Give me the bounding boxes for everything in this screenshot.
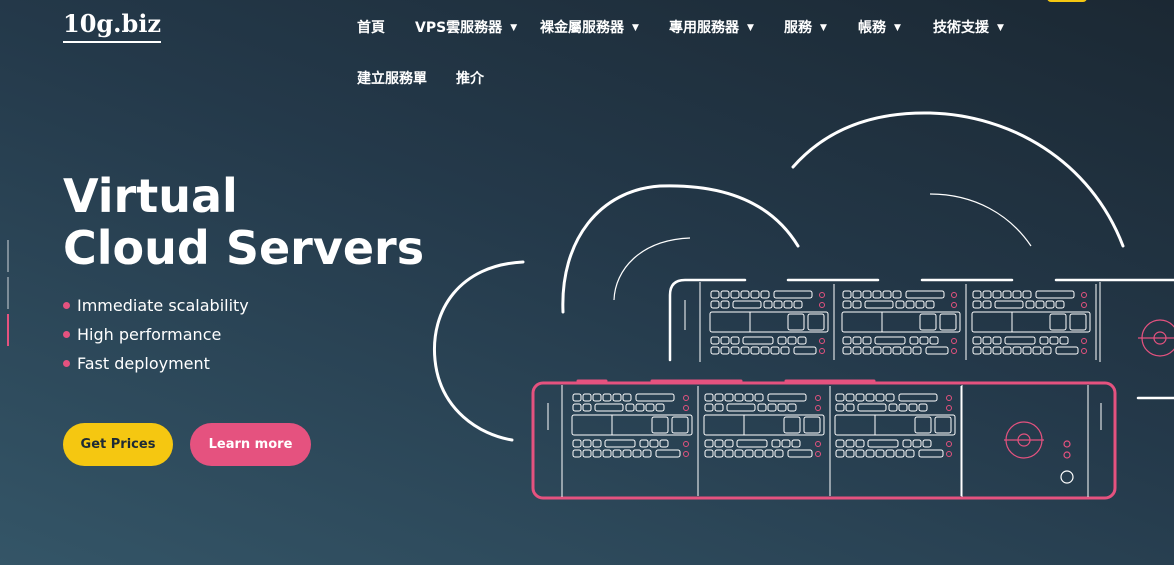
power-icon <box>1060 470 1074 484</box>
cloud-server-illustration <box>432 111 1174 500</box>
cloud-arc-middle <box>561 184 800 314</box>
cloud-inner-arc <box>613 237 691 301</box>
cloud-arc-left <box>432 260 525 442</box>
cloud-inner-arc-right <box>929 193 1032 247</box>
dial-icon-front <box>1004 421 1071 459</box>
dial-icon-back <box>1138 319 1174 357</box>
cloud-arc-right <box>791 111 1125 248</box>
